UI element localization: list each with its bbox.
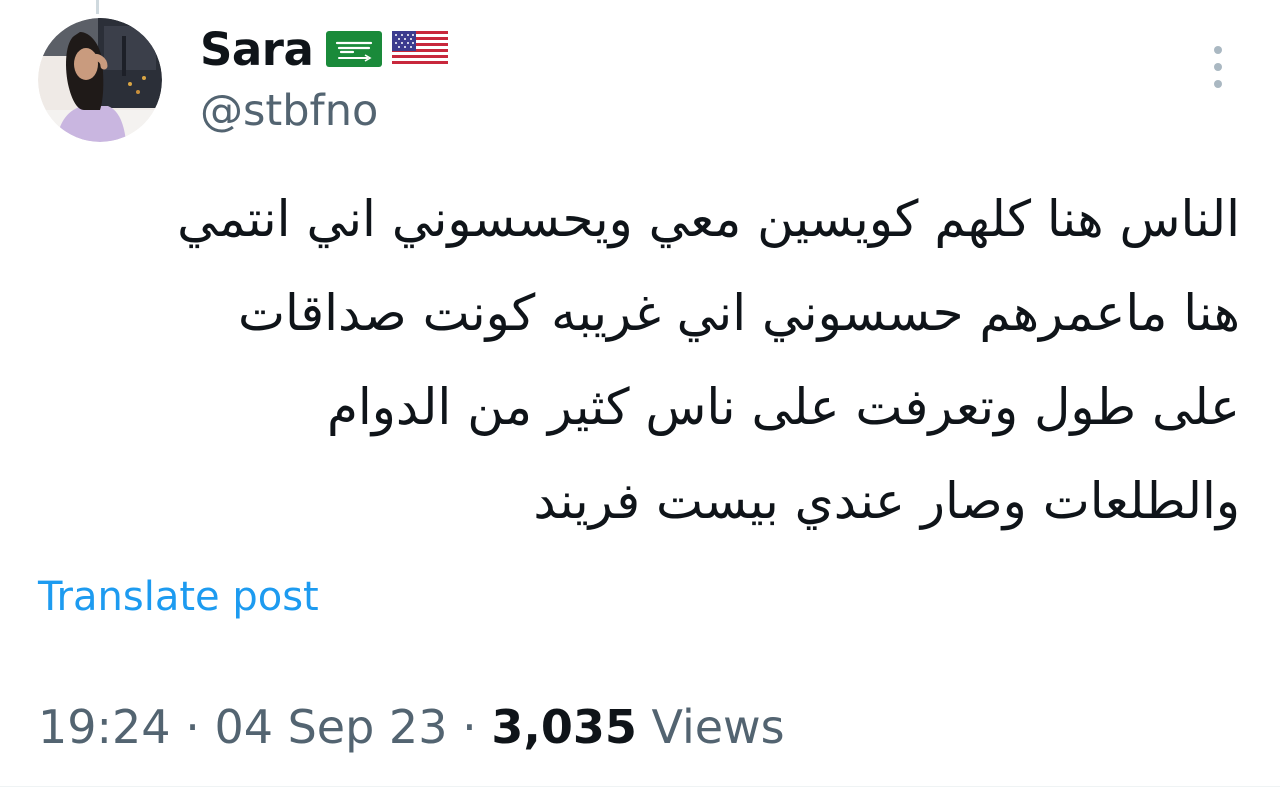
name-row: Sara [200,20,449,78]
tweet-detail: Sara @stbfno الناس هنا كلهم كويسين معي و… [0,0,1280,791]
tweet-text: الناس هنا كلهم كويسين معي ويحسسوني اني ا… [60,172,1240,548]
tweet-text-line: على طول وتعرفت على ناس كثير من الدوام [326,378,1240,436]
tweet-text-line: هنا ماعمرهم حسسوني اني غريبه كونت صداقات [237,284,1240,342]
avatar[interactable] [38,18,162,142]
tweet-time[interactable]: 19:24 [38,700,171,754]
more-options-icon[interactable] [1200,44,1236,90]
more-dot [1214,80,1222,88]
tweet-header: Sara @stbfno [200,20,449,136]
views-label: Views [651,700,785,754]
user-handle[interactable]: @stbfno [200,86,449,136]
thread-connector-line [96,0,99,14]
meta-separator: · [462,700,477,754]
views-count: 3,035 [491,700,637,754]
more-dot [1214,46,1222,54]
tweet-text-line: الناس هنا كلهم كويسين معي ويحسسوني اني ا… [177,190,1240,248]
tweet-text-line: والطلعات وصار عندي بيست فريند [533,472,1240,530]
more-dot [1214,63,1222,71]
united-states-flag-icon [391,27,449,71]
tweet-meta: 19:24 · 04 Sep 23 · 3,035 Views [38,700,785,754]
meta-separator: · [185,700,200,754]
display-name[interactable]: Sara [200,23,314,76]
divider [0,786,1280,787]
translate-post-link[interactable]: Translate post [38,574,319,620]
tweet-date[interactable]: 04 Sep 23 [214,700,447,754]
avatar-image [38,18,162,142]
saudi-arabia-flag-icon [325,27,383,71]
